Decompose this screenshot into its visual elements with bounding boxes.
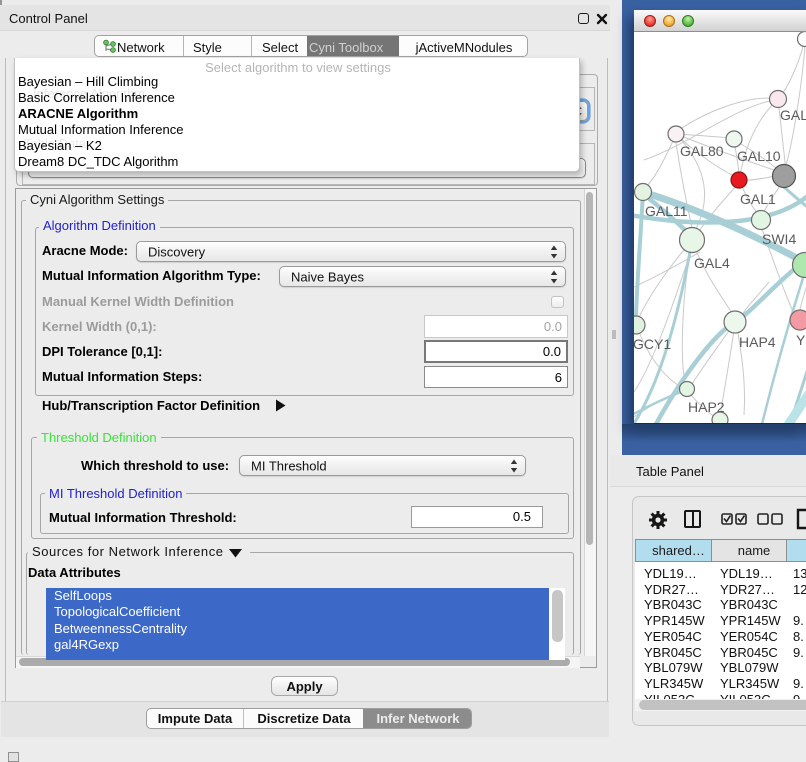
svg-text:GAL1: GAL1 <box>740 191 776 207</box>
svg-text:GAL11: GAL11 <box>645 203 688 219</box>
svg-text:Y: Y <box>796 332 806 348</box>
svg-text:GAL80: GAL80 <box>680 143 724 159</box>
svg-text:GCY1: GCY1 <box>634 336 671 352</box>
svg-text:HAP2: HAP2 <box>688 399 725 415</box>
svg-text:HAP4: HAP4 <box>739 334 776 350</box>
svg-text:GAL7: GAL7 <box>780 107 806 123</box>
svg-text:GAL4: GAL4 <box>694 255 730 271</box>
svg-text:GAL10: GAL10 <box>737 148 781 164</box>
svg-text:SWI4: SWI4 <box>762 231 796 247</box>
